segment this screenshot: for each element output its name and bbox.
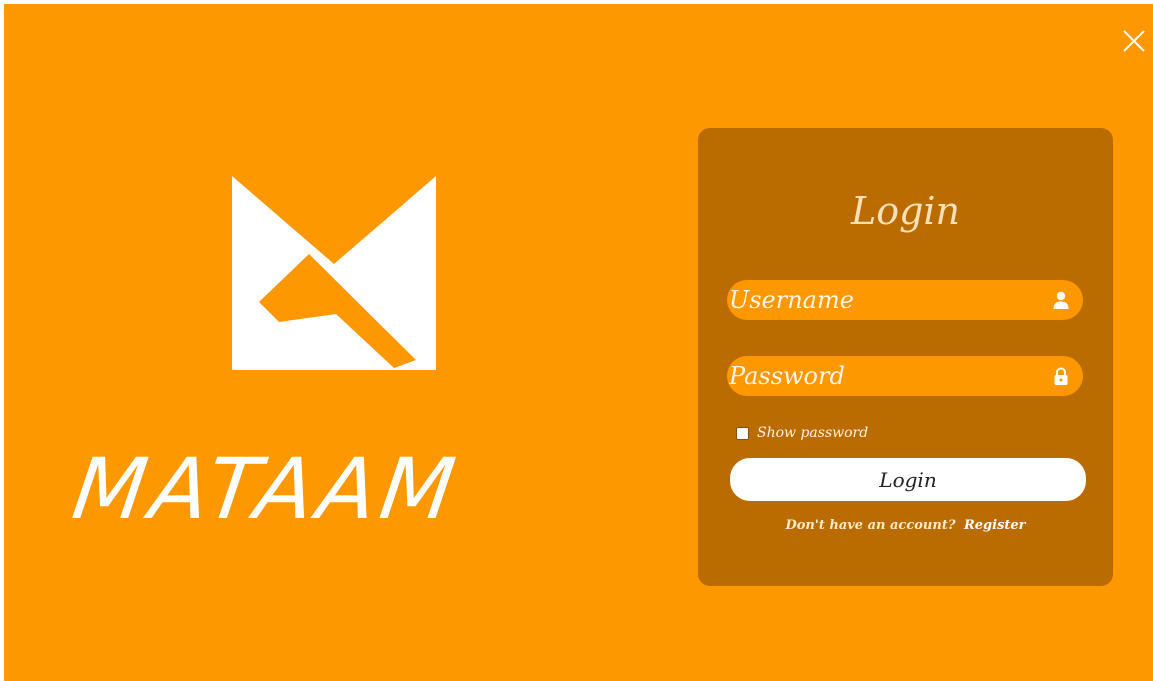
login-title: Login xyxy=(850,189,961,233)
username-field[interactable] xyxy=(727,280,1083,320)
user-icon xyxy=(1051,290,1071,310)
show-password-checkbox[interactable] xyxy=(736,426,749,440)
login-panel: Login Show password xyxy=(698,128,1113,586)
close-button[interactable] xyxy=(1121,28,1147,54)
username-input[interactable] xyxy=(729,280,1039,320)
register-row: Don't have an account? Register xyxy=(698,518,1113,533)
close-icon xyxy=(1123,30,1145,52)
lock-icon xyxy=(1051,366,1071,386)
register-link[interactable]: Register xyxy=(964,518,1026,533)
login-window: MATAAM Login Show xyxy=(4,4,1153,681)
show-password-label: Show password xyxy=(757,425,869,441)
register-prompt: Don't have an account? xyxy=(785,518,956,533)
show-password-toggle[interactable]: Show password xyxy=(736,424,868,442)
password-field[interactable] xyxy=(727,356,1083,396)
brand-name: MATAAM xyxy=(67,440,466,538)
password-input[interactable] xyxy=(729,356,1039,396)
mataam-logo-icon xyxy=(232,174,440,374)
login-button[interactable]: Login xyxy=(730,458,1086,501)
